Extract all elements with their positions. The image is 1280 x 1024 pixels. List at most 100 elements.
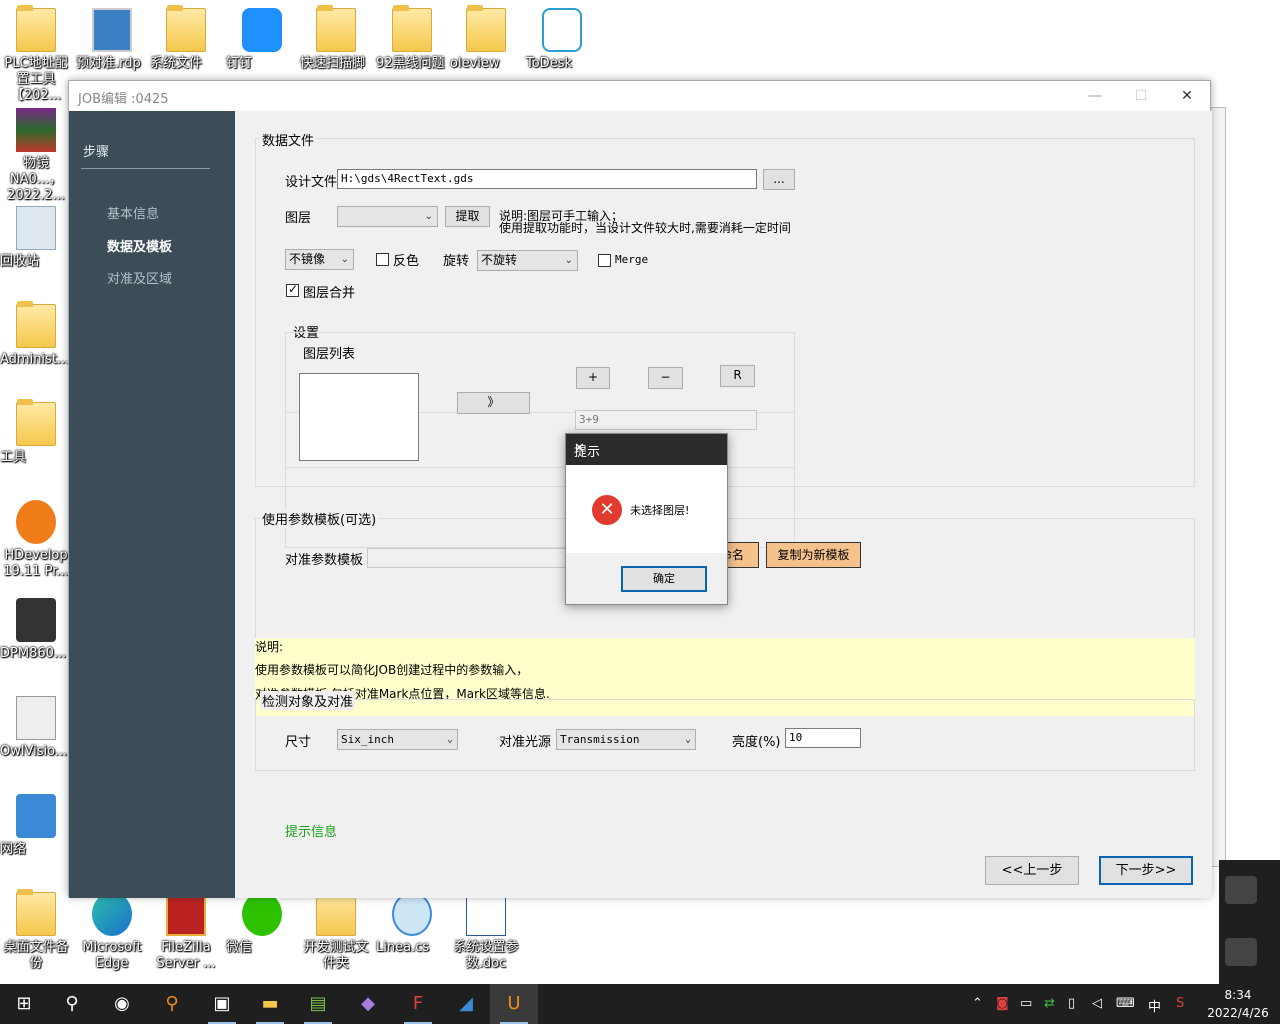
edge-icon (92, 892, 132, 936)
desktop-icon-wechat[interactable]: 微信 (226, 892, 298, 955)
folder-icon (16, 889, 56, 936)
taskbar-search-app-icon[interactable]: ⚲ (148, 984, 196, 1024)
taskbar-linea-icon[interactable]: ◢ (442, 984, 490, 1024)
desktop-icon-scan-script[interactable]: 快速扫描脚 (300, 5, 372, 71)
brightness-input[interactable]: 10 (785, 728, 861, 748)
tray-chevron-icon[interactable]: ⌃ (972, 996, 983, 1011)
layer-listbox[interactable] (299, 373, 419, 461)
taskbar-chart-app-icon[interactable]: ▤ (294, 984, 342, 1024)
sidebar-step-basic-info[interactable]: 基本信息 (107, 203, 159, 222)
size-select[interactable]: Six_inch ⌄ (337, 729, 458, 750)
video-thumbnail-icon[interactable] (1225, 876, 1257, 904)
desktop-icon-label: Administ... (0, 352, 70, 367)
maximize-button[interactable]: ☐ (1118, 81, 1164, 111)
desktop-icon-hdevelop[interactable]: HDevelop 19.11 Pr... (0, 500, 72, 579)
layer-list-label: 图层列表 (303, 347, 356, 362)
desktop-icon-92-issue[interactable]: 92黑线问题 (376, 5, 448, 71)
desktop-icon-label: 回收站 (0, 254, 40, 269)
tray-display-icon[interactable]: ▭ (1020, 996, 1032, 1011)
gear-icon (16, 696, 56, 740)
dialog-ok-button[interactable]: 确定 (621, 566, 707, 592)
invert-checkbox[interactable] (376, 253, 389, 266)
desktop-icon-oleview[interactable]: oleview (450, 5, 522, 71)
close-button[interactable]: ✕ (1164, 81, 1210, 111)
next-step-button[interactable]: 下一步>> (1099, 856, 1193, 885)
taskbar-file-explorer-icon[interactable]: ▬ (246, 984, 294, 1024)
dialog-title-bar[interactable]: 提示 ✕ (566, 434, 727, 465)
desktop-icon-na0[interactable]: 物镜NA0...，2022.2... (0, 108, 72, 203)
dialog-close-icon[interactable]: ✕ (574, 441, 719, 456)
video-thumbnail-icon[interactable] (1225, 938, 1257, 966)
steps-sidebar: 步骤 基本信息 数据及模板 对准及区域 (69, 111, 235, 898)
desktop-icon-tools[interactable]: 工具 (0, 399, 72, 465)
sidebar-step-data-template[interactable]: 数据及模板 (107, 236, 172, 255)
rotate-select[interactable]: 不旋转 ⌄ (477, 250, 578, 271)
r-button[interactable]: R (720, 365, 755, 387)
browse-button[interactable]: ... (763, 169, 795, 190)
desktop-icon-dingtalk[interactable]: 钉钉 (226, 8, 298, 71)
plus-button[interactable]: + (576, 367, 610, 389)
desktop-icon-label: 桌面文件备份 (3, 940, 69, 971)
light-source-select[interactable]: Transmission ⌄ (556, 729, 696, 750)
desktop-icon-linea[interactable]: Linea.cs (376, 892, 448, 955)
taskbar-clock[interactable]: 8:34 2022/4/26 (1196, 986, 1280, 1022)
desktop-icon-label: 微信 (226, 940, 253, 955)
layer-merge-checkbox[interactable] (286, 282, 299, 297)
desktop-icon-settings-doc[interactable]: 系统设置参数.doc (450, 892, 522, 971)
desktop-icon-edge[interactable]: Microsoft Edge (76, 892, 148, 971)
desktop-icon-administrator[interactable]: Administ... (0, 301, 72, 367)
word-doc-icon (466, 892, 506, 936)
layer-label: 图层 (285, 211, 312, 226)
extract-button[interactable]: 提取 (445, 206, 490, 227)
minus-button[interactable]: − (648, 367, 683, 389)
desktop-icon-todesk[interactable]: ToDesk (526, 8, 598, 71)
tray-app-icon[interactable]: ◙ (996, 996, 1009, 1011)
move-to-expression-button[interactable]: 》 (457, 392, 530, 414)
minimize-button[interactable]: — (1072, 81, 1118, 111)
tray-sync-icon[interactable]: ⇄ (1044, 996, 1055, 1011)
desktop-icon-system-files[interactable]: 系统文件 (150, 5, 222, 71)
taskbar-remote-desktop-icon[interactable]: ▣ (198, 984, 246, 1024)
data-file-group-title: 数据文件 (260, 130, 317, 149)
search-icon[interactable]: ⚲ (48, 984, 96, 1024)
design-file-label: 设计文件 (285, 175, 338, 190)
design-file-input[interactable]: H:\gds\4RectText.gds (337, 169, 757, 189)
mirror-select[interactable]: 不镜像 ⌄ (285, 249, 354, 270)
start-button[interactable]: ⊞ (0, 984, 48, 1024)
folder-icon (316, 5, 356, 52)
desktop-icon-plc[interactable]: PLC地址配置工具【202... (0, 5, 72, 103)
tray-keyboard-icon[interactable]: ⌨ (1116, 996, 1135, 1011)
layer-merge-label: 图层合并 (303, 286, 356, 301)
error-icon: ✕ (592, 495, 622, 525)
desktop-icon-dpm860[interactable]: DPM860... (0, 598, 72, 661)
desktop-icon-dev-test[interactable]: 开发测试文件夹 (300, 889, 372, 971)
desktop-icon-label: 系统设置参数.doc (453, 940, 519, 971)
tray-volume-icon[interactable]: ◁ (1092, 996, 1102, 1011)
hint-info-text: 提示信息 (285, 825, 338, 840)
sidebar-step-align-region[interactable]: 对准及区域 (107, 268, 172, 287)
taskbar-camera-icon[interactable]: ◉ (98, 984, 146, 1024)
align-template-label: 对准参数模板 (285, 553, 364, 568)
device-icon (16, 598, 56, 642)
tray-network-icon[interactable]: ▯ (1068, 996, 1075, 1011)
expression-input[interactable]: 3+9 (575, 410, 757, 430)
taskbar-job-app-icon[interactable]: U (490, 984, 538, 1024)
ime-indicator[interactable]: 中 (1148, 996, 1161, 1015)
taskbar-visual-studio-icon[interactable]: ◆ (344, 984, 392, 1024)
tray-sogou-icon[interactable]: S (1176, 996, 1184, 1011)
layer-select[interactable]: ⌄ (337, 206, 438, 227)
taskbar-filezilla-icon[interactable]: F (394, 984, 442, 1024)
desktop-icon-label: 工具 (0, 450, 27, 465)
copy-as-new-template-button[interactable]: 复制为新模板 (766, 542, 861, 568)
desktop-icon-backup[interactable]: 桌面文件备份 (0, 889, 72, 971)
desktop-icon-label: 网络 (0, 842, 27, 857)
desktop-icon-rdp[interactable]: 预对准.rdp (76, 8, 148, 71)
desktop-icon-recycle-bin[interactable]: 回收站 (0, 206, 72, 269)
prev-step-button[interactable]: <<上一步 (985, 856, 1079, 885)
desktop-icon-network[interactable]: 网络 (0, 794, 72, 857)
title-bar[interactable]: JOB编辑 :0425 — ☐ ✕ (69, 81, 1210, 111)
desktop-icon-owlvision[interactable]: OwlVisio... (0, 696, 72, 759)
folder-icon (316, 889, 356, 936)
desktop-icon-filezilla-server[interactable]: FileZilla Server ... (150, 892, 222, 971)
merge-checkbox[interactable] (598, 254, 611, 267)
